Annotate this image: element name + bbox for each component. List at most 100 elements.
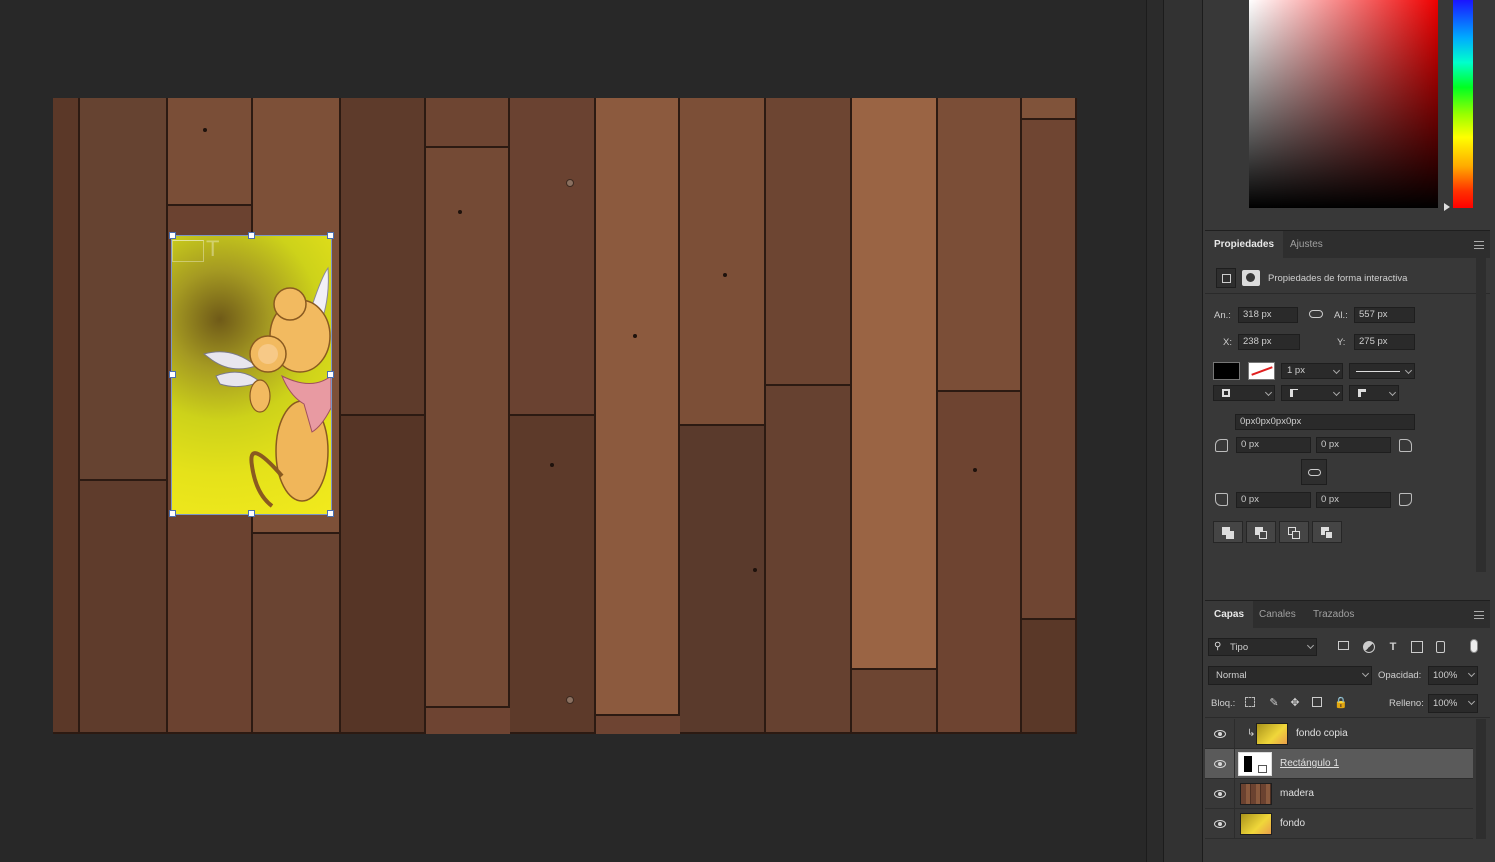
lock-label: Bloq.: — [1211, 698, 1236, 709]
lock-all-icon[interactable]: 🔒 — [1334, 697, 1348, 709]
plank — [510, 98, 596, 416]
blend-mode-dropdown[interactable]: Normal — [1208, 666, 1372, 685]
hue-slider[interactable] — [1453, 0, 1473, 208]
filter-type-icon[interactable]: T — [1387, 641, 1399, 653]
row-separator — [1234, 719, 1235, 749]
lock-image-brush-icon[interactable]: ✎ — [1268, 697, 1280, 709]
x-field[interactable]: 238 px — [1238, 334, 1300, 350]
corner-bottom-left-field[interactable]: 0 px — [1236, 492, 1311, 508]
path-combine-button[interactable] — [1213, 521, 1243, 543]
filter-shape-icon[interactable] — [1411, 641, 1423, 653]
layer-thumbnail — [1240, 813, 1272, 835]
plank — [53, 98, 80, 734]
clipping-mask-arrow-icon: ↳ — [1247, 728, 1256, 739]
wood-knot — [203, 128, 207, 132]
chevron-down-icon — [1467, 697, 1476, 706]
color-picker-field[interactable] — [1249, 0, 1438, 208]
layer-row-fondo[interactable]: fondo — [1205, 809, 1473, 839]
layer-row-fondo-copia[interactable]: ↳ fondo copia — [1205, 719, 1473, 749]
transform-handle-top-right[interactable] — [327, 232, 334, 239]
hue-slider-caret[interactable] — [1444, 203, 1450, 211]
workspace-scrollbar[interactable] — [1146, 0, 1163, 862]
lock-transparent-icon[interactable] — [1245, 697, 1255, 707]
layer-thumbnail — [1240, 783, 1272, 805]
filter-adjustment-icon[interactable] — [1363, 641, 1375, 653]
stroke-width-dropdown[interactable]: 1 px — [1281, 363, 1343, 379]
nail — [566, 179, 574, 187]
rectangle-shape-clipped-image[interactable] — [171, 235, 332, 515]
transform-handle-bottom-left[interactable] — [169, 510, 176, 517]
visibility-eye-icon[interactable] — [1214, 820, 1226, 828]
corner-radius-all-field[interactable]: 0px0px0px0px — [1235, 414, 1415, 430]
transform-handle-top[interactable] — [248, 232, 255, 239]
path-intersect-button[interactable] — [1279, 521, 1309, 543]
stroke-caps-dropdown[interactable] — [1281, 385, 1343, 401]
panel-menu-icon[interactable] — [1474, 611, 1484, 619]
panel-menu-icon[interactable] — [1474, 241, 1484, 249]
filter-pixel-icon[interactable] — [1338, 641, 1349, 650]
visibility-eye-icon[interactable] — [1214, 760, 1226, 768]
transform-handle-bottom-right[interactable] — [327, 510, 334, 517]
corner-top-left-field[interactable]: 0 px — [1236, 437, 1311, 453]
filter-smart-object-icon[interactable] — [1436, 641, 1445, 653]
layer-row-madera[interactable]: madera — [1205, 779, 1473, 809]
chevron-down-icon — [1404, 366, 1413, 375]
chevron-down-icon — [1332, 366, 1341, 375]
layer-row-rectangulo-1[interactable]: Rectángulo 1 — [1205, 749, 1473, 779]
plank — [341, 98, 426, 416]
tab-trazados[interactable]: Trazados — [1304, 601, 1363, 629]
tab-propiedades[interactable]: Propiedades — [1205, 231, 1284, 259]
width-field[interactable]: 318 px — [1238, 307, 1298, 323]
stroke-align-dropdown[interactable] — [1213, 385, 1275, 401]
plank — [253, 534, 341, 734]
layer-name[interactable]: madera — [1280, 788, 1314, 799]
shape-properties-icon[interactable] — [1216, 268, 1236, 288]
search-icon: ⚲ — [1214, 641, 1222, 652]
link-dimensions-icon[interactable] — [1309, 310, 1323, 318]
corner-bottom-right-field[interactable]: 0 px — [1316, 492, 1391, 508]
corner-bottom-right-icon — [1399, 493, 1412, 506]
fill-label: Relleno: — [1389, 698, 1424, 709]
lock-artboard-icon[interactable] — [1312, 697, 1322, 707]
layer-name[interactable]: fondo copia — [1296, 728, 1348, 739]
path-subtract-button[interactable] — [1246, 521, 1276, 543]
plank — [341, 416, 426, 734]
fill-dropdown[interactable]: 100% — [1428, 694, 1478, 713]
fill-color-swatch[interactable] — [1213, 362, 1240, 380]
transform-handle-top-left[interactable] — [169, 232, 176, 239]
layers-scrollbar[interactable] — [1476, 719, 1486, 839]
mask-properties-icon[interactable] — [1242, 270, 1260, 286]
layer-name[interactable]: Rectángulo 1 — [1280, 758, 1339, 769]
row-separator — [1234, 779, 1235, 809]
document-workspace: T — [0, 0, 1146, 862]
chevron-down-icon — [1388, 388, 1397, 397]
opacity-dropdown[interactable]: 100% — [1428, 666, 1478, 685]
tab-capas[interactable]: Capas — [1205, 601, 1254, 629]
properties-scrollbar[interactable] — [1476, 258, 1486, 572]
stroke-corners-dropdown[interactable] — [1349, 385, 1399, 401]
link-corners-button[interactable] — [1301, 459, 1327, 485]
nail — [566, 696, 574, 704]
layer-filter-dropdown[interactable]: ⚲ Tipo — [1208, 638, 1317, 656]
fill-value: 100% — [1433, 698, 1458, 709]
stroke-type-dropdown[interactable] — [1349, 363, 1415, 379]
filter-toggle-switch[interactable] — [1470, 639, 1478, 653]
transform-handle-left[interactable] — [169, 371, 176, 378]
shape-layer-thumbnail — [1238, 752, 1272, 776]
height-label: Al.: — [1334, 310, 1348, 321]
transform-handle-bottom[interactable] — [248, 510, 255, 517]
cartoon-character-illustration — [202, 266, 331, 508]
corner-top-right-field[interactable]: 0 px — [1316, 437, 1391, 453]
lock-position-move-icon[interactable]: ✥ — [1289, 697, 1301, 709]
tab-ajustes[interactable]: Ajustes — [1281, 231, 1332, 259]
plank — [938, 98, 1022, 392]
visibility-eye-icon[interactable] — [1214, 730, 1226, 738]
path-exclude-button[interactable] — [1312, 521, 1342, 543]
y-field[interactable]: 275 px — [1354, 334, 1415, 350]
visibility-eye-icon[interactable] — [1214, 790, 1226, 798]
tab-canales[interactable]: Canales — [1250, 601, 1305, 629]
layer-name[interactable]: fondo — [1280, 818, 1305, 829]
transform-handle-right[interactable] — [327, 371, 334, 378]
height-field[interactable]: 557 px — [1354, 307, 1415, 323]
stroke-color-swatch[interactable] — [1248, 362, 1275, 380]
